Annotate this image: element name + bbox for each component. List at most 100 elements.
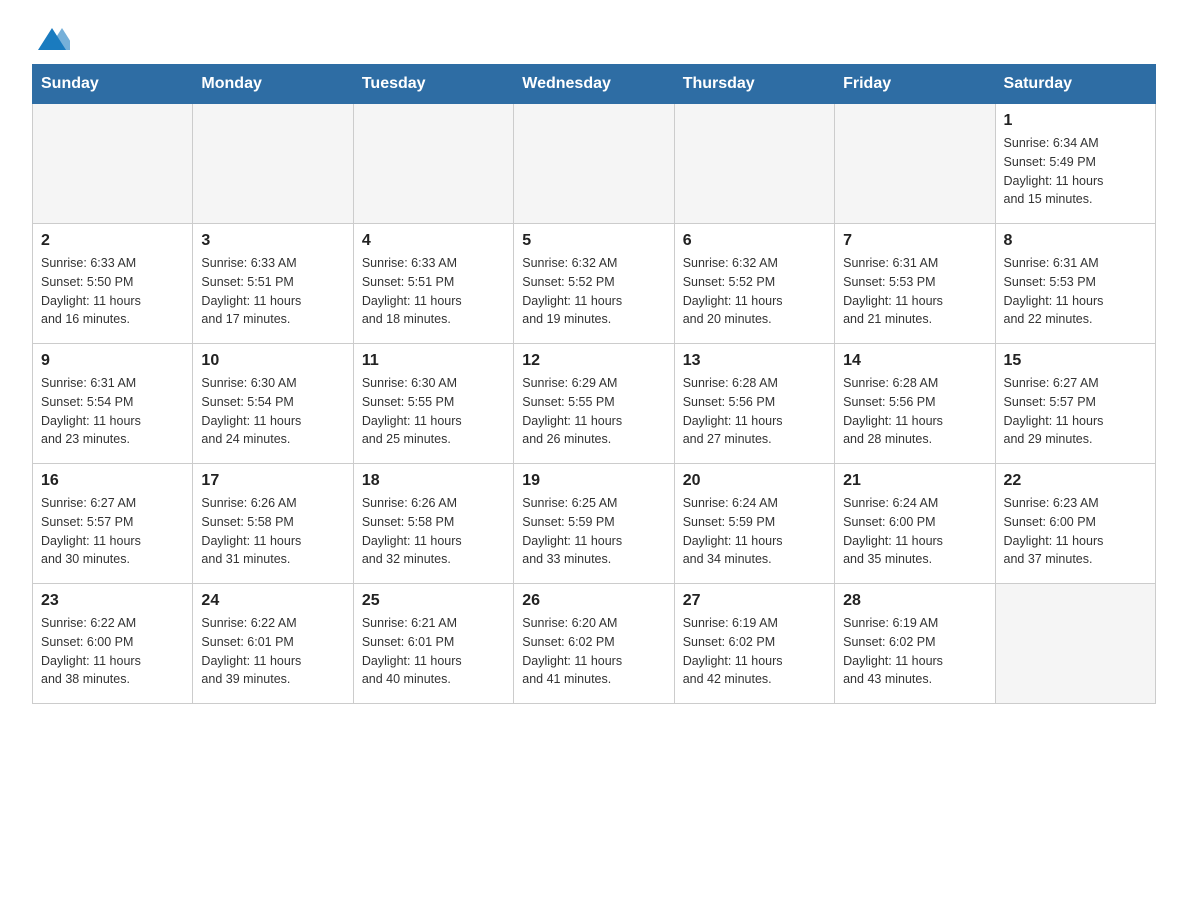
calendar-cell: 8Sunrise: 6:31 AMSunset: 5:53 PMDaylight… xyxy=(995,224,1155,344)
day-info: Sunrise: 6:33 AMSunset: 5:51 PMDaylight:… xyxy=(201,254,344,329)
calendar-cell: 25 Sunrise: 6:21 AMSunset: 6:01 PMDayligh… xyxy=(353,584,513,704)
logo-icon xyxy=(34,24,70,52)
day-info: Sunrise: 6:32 AMSunset: 5:52 PMDaylight:… xyxy=(522,254,665,329)
calendar-cell xyxy=(514,104,674,224)
day-info: Sunrise: 6:28 AMSunset: 5:56 PMDaylight:… xyxy=(683,374,826,449)
calendar-week-row: 1 Sunrise: 6:34 AMSunset: 5:49 PMDaylight… xyxy=(33,104,1156,224)
calendar-cell: 1 Sunrise: 6:34 AMSunset: 5:49 PMDaylight… xyxy=(995,104,1155,224)
calendar-week-row: 23 Sunrise: 6:22 AMSunset: 6:00 PMDayligh… xyxy=(33,584,1156,704)
calendar-cell: 2 Sunrise: 6:33 AMSunset: 5:50 PMDaylight… xyxy=(33,224,193,344)
calendar-cell: 23 Sunrise: 6:22 AMSunset: 6:00 PMDayligh… xyxy=(33,584,193,704)
day-number: 11 xyxy=(362,352,505,370)
day-number: 26 xyxy=(522,592,665,610)
day-info: Sunrise: 6:23 AMSunset: 6:00 PMDaylight:… xyxy=(1004,494,1147,569)
calendar-cell xyxy=(835,104,995,224)
day-info: Sunrise: 6:31 AMSunset: 5:53 PMDaylight:… xyxy=(843,254,986,329)
logo xyxy=(32,24,72,52)
calendar-cell: 19 Sunrise: 6:25 AMSunset: 5:59 PMDayligh… xyxy=(514,464,674,584)
calendar-cell xyxy=(353,104,513,224)
day-number: 25 xyxy=(362,592,505,610)
day-number: 10 xyxy=(201,352,344,370)
day-number: 12 xyxy=(522,352,665,370)
calendar-week-row: 9Sunrise: 6:31 AMSunset: 5:54 PMDaylight… xyxy=(33,344,1156,464)
calendar-cell: 21 Sunrise: 6:24 AMSunset: 6:00 PMDayligh… xyxy=(835,464,995,584)
day-info: Sunrise: 6:26 AMSunset: 5:58 PMDaylight:… xyxy=(201,494,344,569)
day-info: Sunrise: 6:25 AMSunset: 5:59 PMDaylight:… xyxy=(522,494,665,569)
day-number: 3 xyxy=(201,232,344,250)
calendar-cell: 12 Sunrise: 6:29 AMSunset: 5:55 PMDayligh… xyxy=(514,344,674,464)
calendar-cell: 22 Sunrise: 6:23 AMSunset: 6:00 PMDayligh… xyxy=(995,464,1155,584)
weekday-header-thursday: Thursday xyxy=(674,65,834,104)
day-number: 23 xyxy=(41,592,184,610)
calendar-wrapper: SundayMondayTuesdayWednesdayThursdayFrid… xyxy=(0,64,1188,736)
day-number: 6 xyxy=(683,232,826,250)
calendar-cell: 6 Sunrise: 6:32 AMSunset: 5:52 PMDaylight… xyxy=(674,224,834,344)
day-number: 2 xyxy=(41,232,184,250)
day-info: Sunrise: 6:32 AMSunset: 5:52 PMDaylight:… xyxy=(683,254,826,329)
weekday-header-friday: Friday xyxy=(835,65,995,104)
day-info: Sunrise: 6:27 AMSunset: 5:57 PMDaylight:… xyxy=(41,494,184,569)
day-info: Sunrise: 6:19 AMSunset: 6:02 PMDaylight:… xyxy=(683,614,826,689)
calendar-table: SundayMondayTuesdayWednesdayThursdayFrid… xyxy=(32,64,1156,704)
calendar-cell: 15 Sunrise: 6:27 AMSunset: 5:57 PMDayligh… xyxy=(995,344,1155,464)
day-info: Sunrise: 6:33 AMSunset: 5:51 PMDaylight:… xyxy=(362,254,505,329)
calendar-cell: 20Sunrise: 6:24 AMSunset: 5:59 PMDayligh… xyxy=(674,464,834,584)
calendar-cell: 26 Sunrise: 6:20 AMSunset: 6:02 PMDayligh… xyxy=(514,584,674,704)
day-number: 13 xyxy=(683,352,826,370)
day-number: 5 xyxy=(522,232,665,250)
calendar-cell: 11Sunrise: 6:30 AMSunset: 5:55 PMDayligh… xyxy=(353,344,513,464)
weekday-header-monday: Monday xyxy=(193,65,353,104)
calendar-cell: 10 Sunrise: 6:30 AMSunset: 5:54 PMDayligh… xyxy=(193,344,353,464)
calendar-cell: 27 Sunrise: 6:19 AMSunset: 6:02 PMDayligh… xyxy=(674,584,834,704)
day-info: Sunrise: 6:28 AMSunset: 5:56 PMDaylight:… xyxy=(843,374,986,449)
day-info: Sunrise: 6:31 AMSunset: 5:54 PMDaylight:… xyxy=(41,374,184,449)
day-number: 16 xyxy=(41,472,184,490)
day-info: Sunrise: 6:33 AMSunset: 5:50 PMDaylight:… xyxy=(41,254,184,329)
day-number: 22 xyxy=(1004,472,1147,490)
day-info: Sunrise: 6:27 AMSunset: 5:57 PMDaylight:… xyxy=(1004,374,1147,449)
calendar-cell xyxy=(193,104,353,224)
day-info: Sunrise: 6:30 AMSunset: 5:54 PMDaylight:… xyxy=(201,374,344,449)
calendar-week-row: 16 Sunrise: 6:27 AMSunset: 5:57 PMDayligh… xyxy=(33,464,1156,584)
day-info: Sunrise: 6:22 AMSunset: 6:01 PMDaylight:… xyxy=(201,614,344,689)
weekday-header-tuesday: Tuesday xyxy=(353,65,513,104)
calendar-cell: 18Sunrise: 6:26 AMSunset: 5:58 PMDayligh… xyxy=(353,464,513,584)
weekday-header-wednesday: Wednesday xyxy=(514,65,674,104)
calendar-cell: 3 Sunrise: 6:33 AMSunset: 5:51 PMDaylight… xyxy=(193,224,353,344)
calendar-cell: 4 Sunrise: 6:33 AMSunset: 5:51 PMDaylight… xyxy=(353,224,513,344)
calendar-cell xyxy=(995,584,1155,704)
calendar-cell: 24 Sunrise: 6:22 AMSunset: 6:01 PMDayligh… xyxy=(193,584,353,704)
day-number: 7 xyxy=(843,232,986,250)
day-number: 28 xyxy=(843,592,986,610)
calendar-cell: 16 Sunrise: 6:27 AMSunset: 5:57 PMDayligh… xyxy=(33,464,193,584)
day-number: 27 xyxy=(683,592,826,610)
calendar-cell: 13 Sunrise: 6:28 AMSunset: 5:56 PMDayligh… xyxy=(674,344,834,464)
day-info: Sunrise: 6:26 AMSunset: 5:58 PMDaylight:… xyxy=(362,494,505,569)
calendar-cell: 14 Sunrise: 6:28 AMSunset: 5:56 PMDayligh… xyxy=(835,344,995,464)
weekday-header-sunday: Sunday xyxy=(33,65,193,104)
day-number: 21 xyxy=(843,472,986,490)
day-info: Sunrise: 6:21 AMSunset: 6:01 PMDaylight:… xyxy=(362,614,505,689)
weekday-header-saturday: Saturday xyxy=(995,65,1155,104)
day-number: 14 xyxy=(843,352,986,370)
day-info: Sunrise: 6:22 AMSunset: 6:00 PMDaylight:… xyxy=(41,614,184,689)
day-info: Sunrise: 6:24 AMSunset: 6:00 PMDaylight:… xyxy=(843,494,986,569)
day-info: Sunrise: 6:20 AMSunset: 6:02 PMDaylight:… xyxy=(522,614,665,689)
day-number: 1 xyxy=(1004,112,1147,130)
day-info: Sunrise: 6:29 AMSunset: 5:55 PMDaylight:… xyxy=(522,374,665,449)
day-info: Sunrise: 6:24 AMSunset: 5:59 PMDaylight:… xyxy=(683,494,826,569)
day-info: Sunrise: 6:34 AMSunset: 5:49 PMDaylight:… xyxy=(1004,134,1147,209)
weekday-header-row: SundayMondayTuesdayWednesdayThursdayFrid… xyxy=(33,65,1156,104)
calendar-week-row: 2 Sunrise: 6:33 AMSunset: 5:50 PMDaylight… xyxy=(33,224,1156,344)
page-header xyxy=(0,0,1188,64)
day-number: 17 xyxy=(201,472,344,490)
day-number: 15 xyxy=(1004,352,1147,370)
day-number: 19 xyxy=(522,472,665,490)
day-number: 4 xyxy=(362,232,505,250)
calendar-cell: 5 Sunrise: 6:32 AMSunset: 5:52 PMDaylight… xyxy=(514,224,674,344)
calendar-cell: 17 Sunrise: 6:26 AMSunset: 5:58 PMDayligh… xyxy=(193,464,353,584)
calendar-cell: 9Sunrise: 6:31 AMSunset: 5:54 PMDaylight… xyxy=(33,344,193,464)
calendar-cell: 28Sunrise: 6:19 AMSunset: 6:02 PMDayligh… xyxy=(835,584,995,704)
day-number: 8 xyxy=(1004,232,1147,250)
day-number: 24 xyxy=(201,592,344,610)
